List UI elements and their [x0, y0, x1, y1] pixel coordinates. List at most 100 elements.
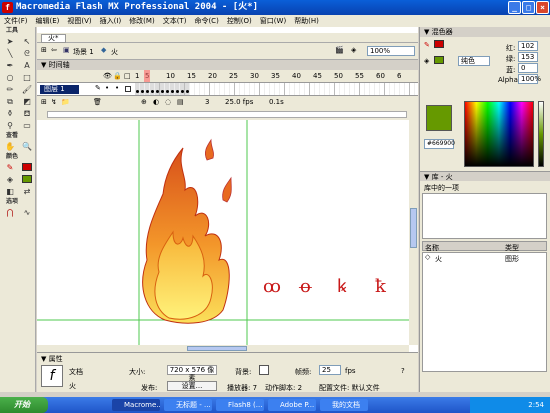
red-input[interactable]: 102 — [518, 41, 538, 51]
mixer-stroke-swatch[interactable] — [434, 40, 444, 48]
timeline-header[interactable]: ▼ 时间轴 — [37, 60, 418, 70]
maximize-button[interactable]: □ — [522, 1, 535, 14]
publish-settings-button[interactable]: 设置... — [167, 381, 217, 391]
menu-view[interactable]: 视图(V) — [63, 15, 95, 27]
menu-text[interactable]: 文本(T) — [159, 15, 191, 27]
delete-layer-icon[interactable]: 🗑 — [93, 98, 102, 106]
blue-input[interactable]: 0 — [518, 63, 538, 73]
menu-control[interactable]: 控制(O) — [223, 15, 256, 27]
smooth-option-icon[interactable]: ∿ — [19, 207, 35, 218]
pen-tool-icon[interactable]: ✒ — [2, 60, 18, 71]
task-flash8[interactable]: Flash8 (... — [216, 399, 264, 411]
back-arrow-icon[interactable]: ⇦ — [51, 46, 57, 54]
size-button[interactable]: 720 x 576 像素 — [167, 365, 217, 382]
edit-symbol-icon[interactable]: ◈ — [351, 46, 356, 54]
eraser-tool-icon[interactable]: ▭ — [19, 120, 35, 131]
menu-window[interactable]: 窗口(W) — [256, 15, 290, 27]
arrow-tool-icon[interactable]: ➤ — [2, 36, 18, 47]
document-tab[interactable]: 火* — [41, 34, 66, 43]
menu-modify[interactable]: 修改(M) — [125, 15, 159, 27]
onion-outline-icon[interactable]: ◌ — [165, 98, 171, 106]
paint-bucket-tool-icon[interactable]: ⛾ — [19, 108, 35, 119]
edit-multiple-frames-icon[interactable]: ▤ — [177, 98, 184, 106]
layer-name[interactable]: 图层 1 — [40, 85, 79, 94]
outline-icon[interactable]: □ — [124, 72, 131, 80]
zoom-tool-icon[interactable]: 🔍 — [19, 141, 35, 152]
eye-icon[interactable]: 👁 — [103, 72, 112, 80]
eyedropper-tool-icon[interactable]: ⚲ — [2, 120, 18, 131]
stroke-color-icon[interactable]: ✎ — [2, 162, 18, 173]
default-colors-icon[interactable]: ◧ — [2, 186, 18, 197]
fill-color-icon[interactable]: ◈ — [2, 174, 18, 185]
playhead[interactable] — [144, 70, 150, 82]
layer-outline-box-icon[interactable] — [125, 86, 131, 92]
stage[interactable]: ꝏ ꝋ ꝃ ꝁ — [37, 120, 409, 345]
stage-horizontal-scrollbar[interactable] — [37, 345, 409, 352]
menu-insert[interactable]: 插入(I) — [96, 15, 126, 27]
close-button[interactable]: × — [536, 1, 549, 14]
task-untitled[interactable]: 无标题 - ... — [164, 399, 212, 411]
oval-tool-icon[interactable]: ○ — [2, 72, 18, 83]
stage-vscroll-thumb[interactable] — [410, 208, 417, 248]
stage-hscroll-thumb[interactable] — [187, 346, 247, 351]
menu-file[interactable]: 文件(F) — [0, 15, 32, 27]
task-my-documents[interactable]: 我的文档 — [320, 399, 368, 411]
lock-icon[interactable]: 🔒 — [113, 72, 122, 80]
stroke-pencil-icon[interactable]: ✎ — [424, 41, 430, 49]
menu-edit[interactable]: 编辑(E) — [32, 15, 64, 27]
mixer-fill-swatch[interactable] — [434, 56, 444, 64]
task-flash[interactable]: Macrome... — [112, 399, 160, 411]
library-title-bar[interactable]: ▼ 库 - 火 — [420, 171, 550, 181]
properties-title-bar[interactable]: ▼ 属性 — [41, 354, 63, 364]
ink-bottle-tool-icon[interactable]: ⚱ — [2, 108, 18, 119]
background-color-swatch[interactable] — [259, 365, 269, 375]
text-tool-icon[interactable]: A — [19, 60, 35, 71]
onion-skin-icon[interactable]: ◐ — [153, 98, 159, 106]
edit-scene-icon[interactable]: 🎬 — [335, 46, 344, 54]
alpha-input[interactable]: 100% — [518, 74, 541, 84]
color-spectrum-picker[interactable] — [464, 101, 534, 167]
zoom-select[interactable]: 100% — [367, 46, 415, 56]
line-tool-icon[interactable]: ╲ — [2, 48, 18, 59]
rectangle-tool-icon[interactable]: □ — [19, 72, 35, 83]
free-transform-tool-icon[interactable]: ⧉ — [2, 96, 18, 107]
start-button[interactable]: 开始 — [0, 397, 48, 413]
lasso-tool-icon[interactable]: ᘓ — [19, 48, 35, 59]
menu-help[interactable]: 帮助(H) — [290, 15, 323, 27]
fill-bucket-icon[interactable]: ◈ — [424, 57, 429, 65]
fire-graphic[interactable] — [142, 138, 232, 324]
brightness-slider[interactable] — [538, 101, 544, 167]
fill-type-select[interactable]: 纯色 — [458, 56, 490, 66]
layer-row[interactable]: 图层 1 ✎ • • — [37, 82, 418, 96]
scene-breadcrumb[interactable]: 场景 1 — [73, 47, 94, 57]
timeline-toggle-button[interactable]: ⊞ — [41, 46, 47, 54]
swap-colors-icon[interactable]: ⇄ — [19, 186, 35, 197]
layer-visible-dot-icon[interactable]: • — [105, 84, 109, 92]
color-mixer-title-bar[interactable]: ▼ 混色器 — [420, 27, 550, 37]
symbol-breadcrumb[interactable]: 火 — [111, 47, 118, 57]
menu-commands[interactable]: 命令(C) — [190, 15, 222, 27]
help-icon[interactable]: ? — [401, 367, 405, 375]
library-row[interactable]: ◇ 火 图形 — [423, 253, 546, 263]
fill-color-swatch[interactable] — [19, 174, 35, 185]
snap-magnet-icon[interactable]: ⋂ — [2, 207, 18, 218]
green-input[interactable]: 153 — [518, 52, 538, 62]
timeline-hscroll[interactable] — [47, 111, 407, 118]
stage-vertical-scrollbar[interactable] — [409, 120, 418, 345]
insert-folder-icon[interactable]: 📁 — [61, 98, 70, 106]
subselect-tool-icon[interactable]: ↖ — [19, 36, 35, 47]
layer-lock-dot-icon[interactable]: • — [115, 84, 119, 92]
stroke-color-swatch[interactable] — [19, 162, 35, 173]
frame-rate-input[interactable]: 25 — [319, 365, 341, 375]
pencil-tool-icon[interactable]: ✏ — [2, 84, 18, 95]
minimize-button[interactable]: _ — [508, 1, 521, 14]
frame-cell[interactable] — [410, 83, 415, 95]
fill-transform-tool-icon[interactable]: ◩ — [19, 96, 35, 107]
brush-tool-icon[interactable]: 🖌 — [19, 84, 35, 95]
hex-input[interactable]: #669900 — [424, 139, 455, 149]
insert-layer-icon[interactable]: ⊞ — [41, 98, 47, 106]
hand-tool-icon[interactable]: ✋ — [2, 141, 18, 152]
center-frame-icon[interactable]: ⊕ — [141, 98, 147, 106]
add-motion-guide-icon[interactable]: ↯ — [51, 98, 57, 106]
task-adobe[interactable]: Adobe P... — [268, 399, 316, 411]
